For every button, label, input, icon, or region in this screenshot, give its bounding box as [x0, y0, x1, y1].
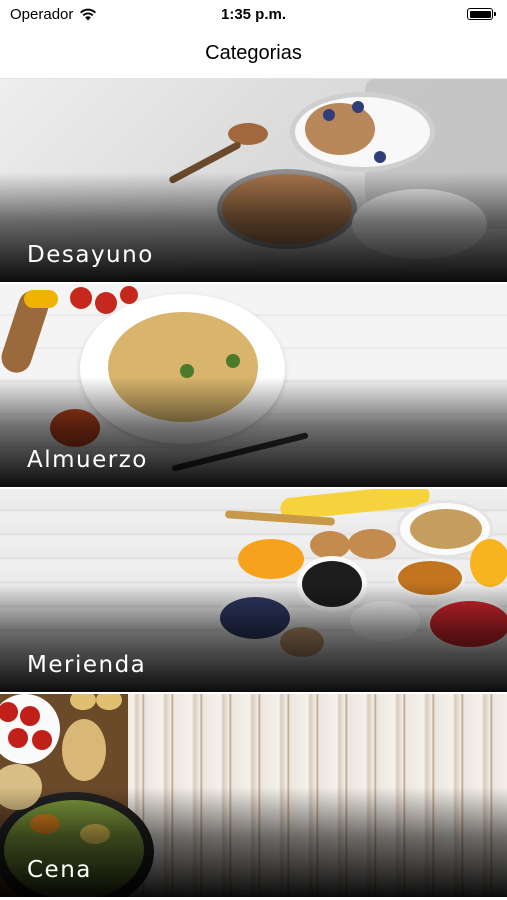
status-bar: Operador 1:35 p.m.: [0, 0, 507, 28]
wifi-icon: [80, 8, 97, 20]
category-card-merienda[interactable]: Merienda: [0, 489, 507, 692]
navigation-bar: Categorias: [0, 28, 507, 79]
category-label-almuerzo: Almuerzo: [27, 447, 148, 473]
category-label-cena: Cena: [27, 857, 92, 883]
page-title: Categorias: [205, 41, 302, 64]
category-label-desayuno: Desayuno: [27, 242, 154, 268]
category-card-desayuno[interactable]: Desayuno: [0, 79, 507, 282]
category-card-almuerzo[interactable]: Almuerzo: [0, 284, 507, 487]
carrier-label: Operador: [10, 5, 74, 23]
category-card-cena[interactable]: Cena: [0, 694, 507, 897]
category-label-merienda: Merienda: [27, 652, 147, 678]
battery-icon: [467, 8, 496, 20]
status-left: Operador: [10, 6, 97, 23]
category-list: Desayuno Almuerzo Merienda Cena: [0, 79, 507, 899]
